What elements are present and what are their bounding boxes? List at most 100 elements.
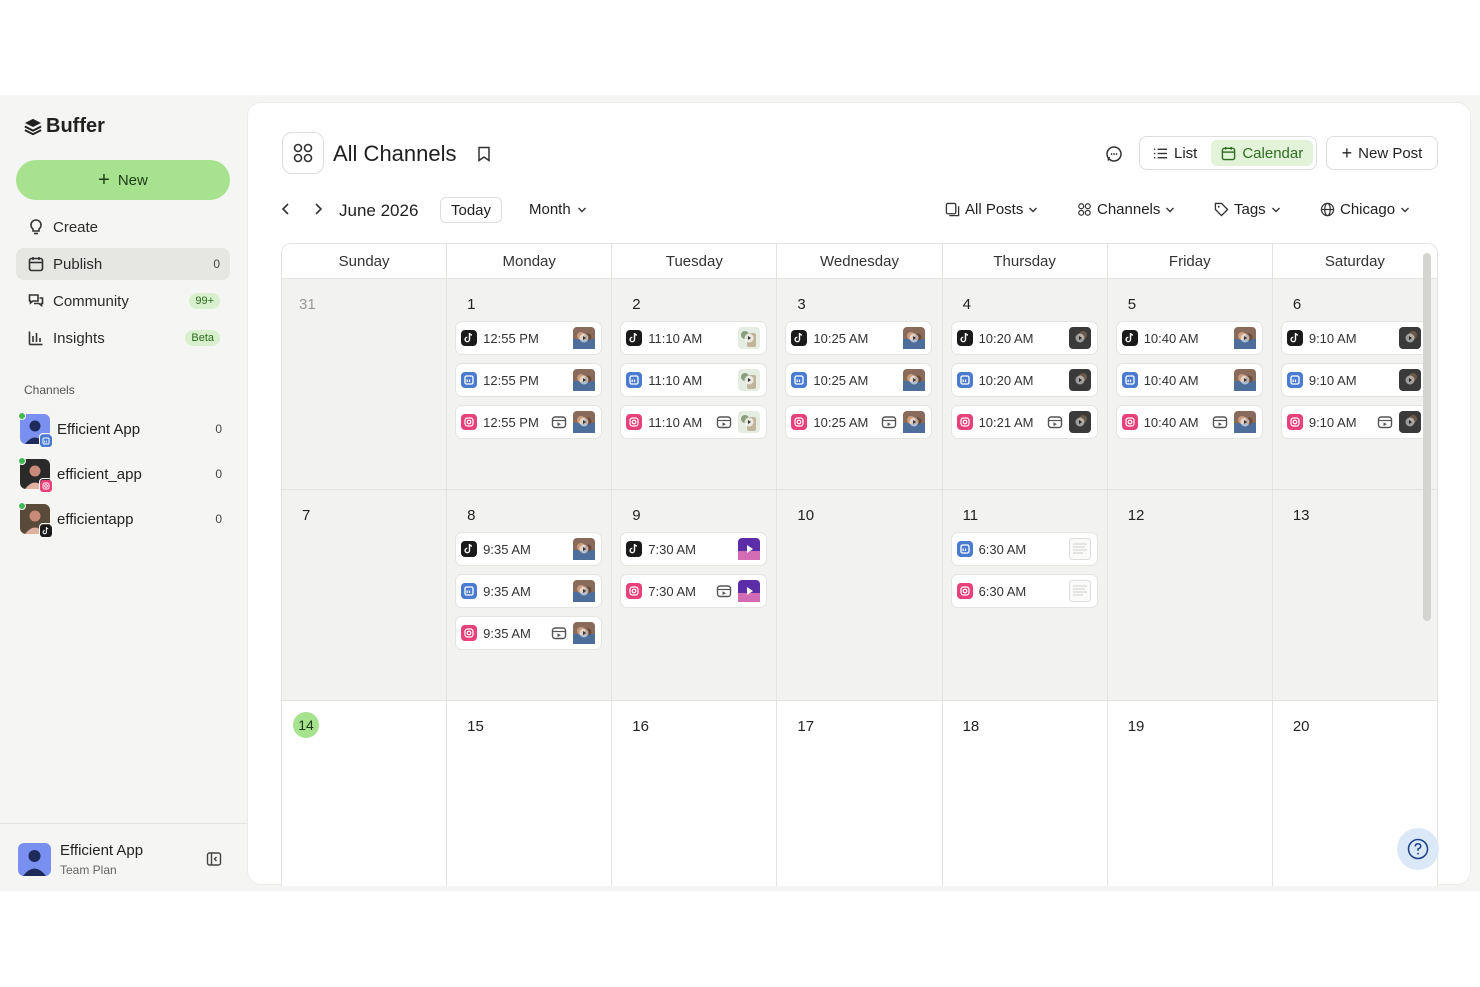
- day-cell[interactable]: 5 10:40 AM 10:40 AM 10:40 AM: [1108, 279, 1273, 489]
- post-time: 9:10 AM: [1308, 372, 1357, 388]
- day-cell[interactable]: 9 7:30 AM 7:30 AM: [612, 490, 778, 700]
- new-button[interactable]: + New: [16, 160, 230, 200]
- scheduled-post[interactable]: 10:40 AM: [1115, 363, 1263, 397]
- day-cell[interactable]: 3 10:25 AM 10:25 AM 10:25 AM: [777, 279, 943, 489]
- logo[interactable]: Buffer: [24, 115, 105, 138]
- scheduled-post[interactable]: 10:25 AM: [785, 363, 933, 397]
- scheduled-post[interactable]: 9:10 AM: [1280, 363, 1428, 397]
- post-thumbnail: [738, 411, 761, 433]
- reel-icon: [716, 584, 732, 598]
- post-time: 12:55 PM: [483, 414, 539, 430]
- scheduled-post[interactable]: 10:20 AM: [950, 321, 1098, 355]
- channel-item-efficient-app[interactable]: efficient_app 0: [18, 457, 230, 492]
- prev-month-icon[interactable]: [279, 201, 293, 217]
- day-cell[interactable]: 2 11:10 AM 11:10 AM 11:10 AM: [612, 279, 778, 489]
- scheduled-post[interactable]: 12:55 PM: [455, 321, 603, 355]
- date-number: 13: [1292, 507, 1310, 524]
- scheduled-post[interactable]: 10:40 AM: [1115, 405, 1263, 439]
- day-cell[interactable]: 1 12:55 PM 12:55 PM 12:55 PM: [447, 279, 613, 489]
- calendar-view-label: Calendar: [1242, 144, 1304, 162]
- day-cell[interactable]: 4 10:20 AM 10:20 AM 10:21 AM: [943, 279, 1108, 489]
- post-thumbnail: [573, 622, 596, 644]
- instagram-icon: [39, 478, 53, 492]
- view-range-label: Month: [529, 201, 571, 218]
- account-plan: Team Plan: [60, 863, 117, 877]
- sidebar-item-publish[interactable]: Publish 0: [16, 248, 230, 280]
- tiktok-icon: [461, 330, 478, 346]
- weekday-wednesday: Wednesday: [777, 244, 943, 278]
- scheduled-post[interactable]: 10:40 AM: [1115, 321, 1263, 355]
- channel-item-efficientapp[interactable]: efficientapp 0: [18, 502, 230, 537]
- post-time: 11:10 AM: [648, 414, 703, 430]
- sidebar-item-create[interactable]: Create: [16, 211, 230, 243]
- calendar-scrollbar[interactable]: [1423, 253, 1431, 621]
- scheduled-post[interactable]: 10:20 AM: [950, 363, 1098, 397]
- sidebar-item-community[interactable]: Community 99+: [16, 285, 230, 317]
- day-cell[interactable]: 7: [282, 490, 448, 700]
- day-cell[interactable]: 13: [1273, 490, 1437, 700]
- today-button[interactable]: Today: [440, 197, 503, 223]
- scheduled-post[interactable]: 11:10 AM: [620, 363, 768, 397]
- scheduled-post[interactable]: 12:55 PM: [455, 363, 603, 397]
- linkedin-icon: [1286, 372, 1303, 388]
- post-thumbnail: [738, 580, 761, 602]
- scheduled-post[interactable]: 9:35 AM: [455, 616, 603, 650]
- scheduled-post[interactable]: 7:30 AM: [620, 532, 768, 566]
- day-cell[interactable]: 15: [447, 701, 613, 886]
- tiktok-icon: [1286, 330, 1303, 346]
- scheduled-post[interactable]: 9:10 AM: [1280, 405, 1428, 439]
- tiktok-icon: [1121, 330, 1138, 346]
- day-cell[interactable]: 8 9:35 AM 9:35 AM 9:35 AM: [447, 490, 613, 700]
- scheduled-post[interactable]: 6:30 AM: [950, 532, 1098, 566]
- scheduled-post[interactable]: 10:25 AM: [785, 405, 933, 439]
- tags-filter[interactable]: Tags: [1214, 201, 1281, 218]
- day-cell[interactable]: 19: [1108, 701, 1273, 886]
- all-channels-icon: [282, 132, 324, 174]
- scheduled-post[interactable]: 6:30 AM: [950, 574, 1098, 608]
- day-cell[interactable]: 18: [943, 701, 1108, 886]
- day-cell[interactable]: 17: [777, 701, 943, 886]
- chevron-down-icon: [1401, 207, 1410, 212]
- scheduled-post[interactable]: 10:21 AM: [950, 405, 1098, 439]
- all-posts-filter[interactable]: All Posts: [945, 201, 1038, 218]
- chevron-down-icon: [577, 207, 586, 212]
- weekday-sunday: Sunday: [282, 244, 448, 278]
- account-avatar[interactable]: [18, 843, 51, 876]
- list-view-label: List: [1174, 144, 1198, 162]
- feedback-chat-icon[interactable]: [1105, 145, 1123, 163]
- day-cell[interactable]: 10: [777, 490, 943, 700]
- channels-heading: Channels: [24, 383, 75, 397]
- day-cell[interactable]: 12: [1108, 490, 1273, 700]
- calendar-view-button[interactable]: Calendar: [1211, 140, 1314, 166]
- sidebar-item-insights[interactable]: Insights Beta: [16, 322, 230, 354]
- timezone-filter[interactable]: Chicago: [1320, 201, 1410, 218]
- post-thumbnail: [1068, 327, 1091, 349]
- channel-item-efficient-app[interactable]: Efficient App 0: [18, 412, 230, 447]
- connected-status-dot: [18, 457, 26, 465]
- new-post-button[interactable]: + New Post: [1326, 136, 1438, 170]
- view-range-dropdown[interactable]: Month: [529, 201, 587, 218]
- collapse-sidebar-icon[interactable]: [206, 851, 222, 867]
- day-cell[interactable]: 31: [282, 279, 448, 489]
- post-time: 6:30 AM: [978, 583, 1027, 599]
- scheduled-post[interactable]: 10:25 AM: [785, 321, 933, 355]
- scheduled-post[interactable]: 7:30 AM: [620, 574, 768, 608]
- post-thumbnail: [903, 369, 926, 391]
- scheduled-post[interactable]: 11:10 AM: [620, 321, 768, 355]
- list-view-button[interactable]: List: [1143, 140, 1207, 166]
- day-cell[interactable]: 14: [282, 701, 448, 886]
- help-button[interactable]: [1397, 828, 1439, 870]
- next-month-icon[interactable]: [311, 201, 325, 217]
- scheduled-post[interactable]: 12:55 PM: [455, 405, 603, 439]
- scheduled-post[interactable]: 9:10 AM: [1280, 321, 1428, 355]
- scheduled-post[interactable]: 11:10 AM: [620, 405, 768, 439]
- day-cell[interactable]: 6 9:10 AM 9:10 AM 9:10 AM: [1273, 279, 1437, 489]
- day-cell[interactable]: 11 6:30 AM 6:30 AM: [943, 490, 1108, 700]
- scheduled-post[interactable]: 9:35 AM: [455, 574, 603, 608]
- day-cell[interactable]: 16: [612, 701, 778, 886]
- bookmark-icon[interactable]: [477, 146, 491, 162]
- scheduled-post[interactable]: 9:35 AM: [455, 532, 603, 566]
- channels-filter[interactable]: Channels: [1077, 201, 1175, 218]
- reel-icon: [1212, 415, 1228, 429]
- channel-name: efficient_app: [57, 465, 142, 483]
